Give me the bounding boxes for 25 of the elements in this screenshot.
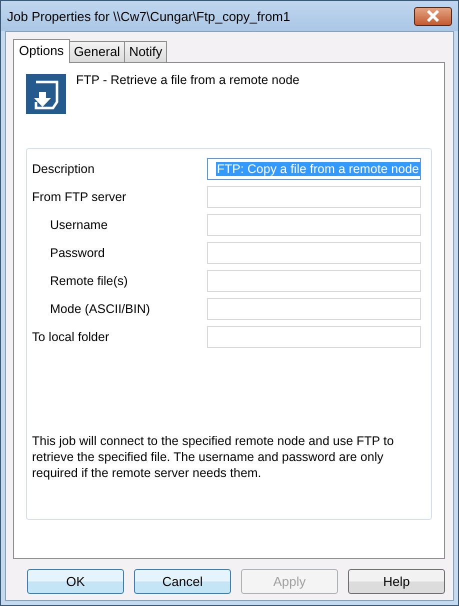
dialog-button[interactable]: Cancel	[134, 569, 231, 594]
input-field[interactable]	[207, 242, 421, 264]
tab[interactable]: Notify	[124, 41, 168, 62]
field-label: Mode (ASCII/BIN)	[49, 302, 150, 316]
file-download-icon	[26, 74, 66, 114]
field-label: From FTP server	[32, 190, 126, 204]
job-type-heading: FTP - Retrieve a file from a remote node	[76, 73, 300, 87]
input-field[interactable]	[207, 326, 421, 348]
input-field[interactable]	[207, 298, 421, 320]
field-label: Password	[49, 246, 105, 260]
field-label: To local folder	[32, 330, 110, 344]
field-label: Description	[32, 162, 95, 176]
close-icon	[426, 10, 440, 22]
input-field[interactable]	[207, 186, 421, 208]
description-text: This job will connect to the specified remote node and use FTP to retrieve the specified file. The username and password are only required if the remote server needs them.	[32, 433, 395, 481]
close-button[interactable]	[414, 6, 452, 26]
window-title: Job Properties for \\Cw7\Cungar\Ftp_copy_from1	[7, 8, 290, 24]
tab[interactable]: General	[68, 41, 126, 62]
tab[interactable]: Options	[13, 39, 70, 63]
input-field[interactable]	[207, 270, 421, 292]
dialog-button[interactable]: OK	[27, 569, 124, 594]
field-label: Remote file(s)	[49, 274, 128, 288]
field-label: Username	[49, 218, 108, 232]
dialog-button[interactable]: Help	[348, 569, 445, 594]
input-field[interactable]	[207, 214, 421, 236]
